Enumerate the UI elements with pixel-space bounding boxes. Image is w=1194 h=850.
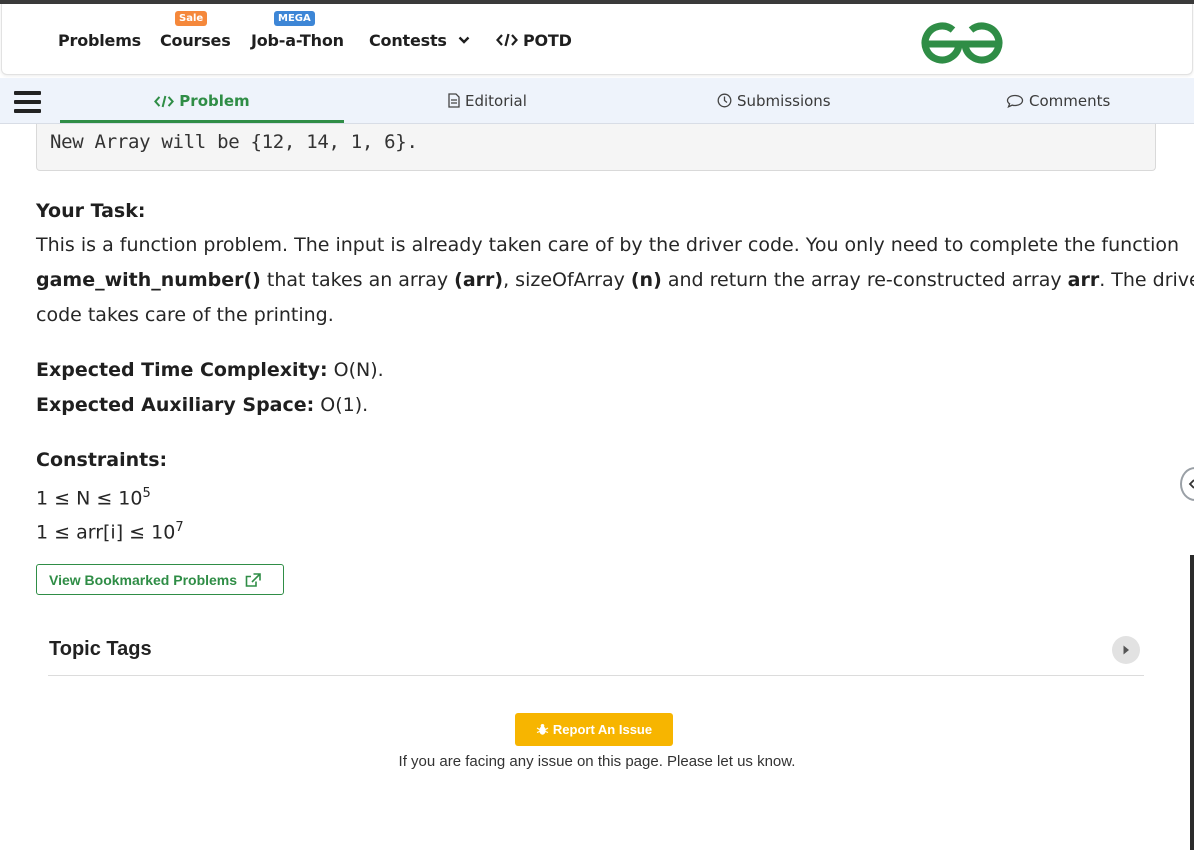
code-icon — [154, 95, 175, 108]
nav-potd-label: POTD — [523, 31, 572, 50]
tab-problem[interactable]: Problem — [60, 78, 344, 123]
auxiliary-space-value: O(1). — [314, 394, 369, 416]
constraint-1-base: 1 ≤ N ≤ 10 — [36, 487, 143, 510]
nav-courses[interactable]: Courses — [160, 31, 231, 50]
auxiliary-space: Expected Auxiliary Space: O(1). — [36, 390, 368, 420]
document-icon — [448, 93, 460, 108]
code-icon — [496, 33, 518, 47]
clock-icon — [717, 93, 732, 108]
task-text: , sizeOfArray — [503, 269, 631, 291]
constraint-2-exponent: 7 — [175, 520, 184, 535]
bug-icon — [536, 724, 549, 735]
constraint-2-base: 1 ≤ arr[i] ≤ 10 — [36, 521, 176, 544]
top-navbar: Problems Sale Courses MEGA Job-a-Thon Co… — [1, 4, 1193, 75]
constraint-2: 1 ≤ arr[i] ≤ 107 — [36, 513, 184, 547]
tab-problem-label: Problem — [179, 92, 250, 110]
tab-editorial-label: Editorial — [465, 92, 527, 110]
chevron-down-icon — [458, 36, 470, 44]
mega-badge: MEGA — [274, 11, 315, 26]
constraints-heading: Constraints: — [36, 449, 168, 471]
expand-caret-button[interactable] — [1112, 636, 1140, 664]
param-n: (n) — [630, 269, 662, 291]
topic-tags-label: Topic Tags — [49, 638, 152, 660]
sale-badge: Sale — [175, 11, 208, 26]
task-text: that takes an array — [260, 269, 455, 291]
nav-contests[interactable]: Contests — [369, 31, 470, 50]
example-output-box: New Array will be {12, 14, 1, 6}. — [36, 124, 1156, 171]
constraint-1: 1 ≤ N ≤ 105 — [36, 479, 151, 513]
constraint-1-exponent: 5 — [142, 486, 151, 501]
time-complexity-label: Expected Time Complexity: — [36, 359, 328, 381]
report-issue-button[interactable]: Report An Issue — [515, 713, 673, 746]
view-bookmarked-problems-label: View Bookmarked Problems — [49, 572, 238, 588]
task-text: . The driver — [1099, 269, 1194, 291]
example-output-text: New Array will be {12, 14, 1, 6}. — [50, 131, 418, 153]
external-link-icon — [245, 573, 261, 587]
task-heading: Your Task: — [36, 200, 146, 222]
report-issue-label: Report An Issue — [552, 722, 653, 737]
task-line-1: This is a function problem. The input is… — [36, 234, 1180, 256]
tab-submissions-label: Submissions — [737, 92, 831, 110]
tab-submissions[interactable]: Submissions — [717, 78, 831, 123]
gfg-logo[interactable] — [919, 20, 1005, 64]
task-line-2: game_with_number() that takes an array (… — [36, 265, 1194, 295]
view-bookmarked-problems-button[interactable]: View Bookmarked Problems — [36, 564, 284, 595]
nav-potd[interactable]: POTD — [496, 31, 572, 50]
tab-editorial[interactable]: Editorial — [448, 78, 527, 123]
nav-contests-label: Contests — [369, 31, 447, 50]
auxiliary-space-label: Expected Auxiliary Space: — [36, 394, 315, 416]
nav-problems[interactable]: Problems — [58, 31, 141, 50]
time-complexity-value: O(N). — [327, 359, 384, 381]
topic-tags-accordion[interactable]: Topic Tags — [48, 630, 1144, 676]
time-complexity: Expected Time Complexity: O(N). — [36, 355, 384, 385]
param-arr: (arr) — [454, 269, 504, 291]
chevron-left-icon — [1188, 479, 1194, 489]
function-name: game_with_number() — [36, 269, 261, 291]
caret-right-icon — [1123, 645, 1129, 655]
tab-comments-label: Comments — [1029, 92, 1111, 110]
report-issue-text: If you are facing any issue on this page… — [398, 753, 796, 770]
menu-icon[interactable] — [14, 91, 41, 113]
task-line-3: code takes care of the printing. — [36, 304, 334, 326]
return-arr: arr — [1067, 269, 1100, 291]
nav-job-a-thon[interactable]: Job-a-Thon — [251, 31, 344, 50]
task-text: and return the array re-constructed arra… — [661, 269, 1068, 291]
scrollbar[interactable] — [1190, 555, 1194, 850]
comment-icon — [1006, 94, 1024, 109]
tab-comments[interactable]: Comments — [1006, 78, 1110, 123]
side-panel-toggle[interactable] — [1180, 467, 1194, 501]
problem-tab-bar: Problem Editorial Submissions Comments — [0, 78, 1194, 124]
